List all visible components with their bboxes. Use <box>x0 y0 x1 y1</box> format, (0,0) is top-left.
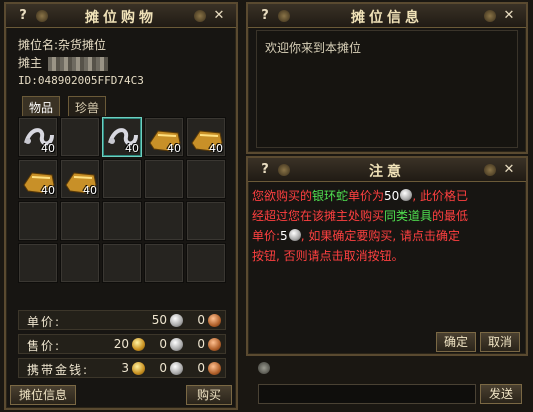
copper-coin-icon <box>208 338 221 351</box>
notice-text: , 如果确定要购买, 请点击确定 <box>300 229 460 243</box>
item-slot[interactable] <box>60 243 100 283</box>
notice-line-2: 经超过您在该摊主处购买同类道具的最低 <box>252 206 520 226</box>
item-slot[interactable]: 40 <box>18 159 58 199</box>
item-slot[interactable]: 40 <box>144 117 184 157</box>
ornament-knot-icon <box>484 10 496 22</box>
item-quantity: 40 <box>41 184 55 197</box>
notice-message: 您欲购买的银环蛇单价为50 , 此价格已 经超过您在该摊主处购买同类道具的最低 单… <box>252 186 520 266</box>
item-grid: 40 40 40 40 40 40 <box>18 117 228 287</box>
item-quantity: 40 <box>125 142 139 155</box>
sell-price-silver: 0 <box>159 337 167 351</box>
close-icon[interactable]: ✕ <box>210 7 228 24</box>
unit-price-row: 单价: 50 0 <box>18 310 226 330</box>
notice-text: , 此价格已 <box>412 189 468 203</box>
notice-text: 单价: <box>252 229 281 243</box>
notice-text: 的最低 <box>432 209 469 223</box>
notice-text: 经超过您在该摊主处购买 <box>252 209 385 223</box>
notice-text: 您欲购买的 <box>252 189 313 203</box>
item-slot[interactable] <box>102 201 142 241</box>
item-slot[interactable] <box>60 201 100 241</box>
notice-line-1: 您欲购买的银环蛇单价为50 , 此价格已 <box>252 186 520 206</box>
item-name-highlight: 银环蛇 <box>312 189 349 203</box>
item-slot[interactable]: 40 <box>18 117 58 157</box>
stall-id: ID:048902005FFD74C3 <box>18 74 144 87</box>
item-slot-selected[interactable]: 40 <box>102 117 142 157</box>
item-quantity: 40 <box>167 142 181 155</box>
unit-price-copper: 0 <box>197 313 205 327</box>
scroll-knob-icon[interactable] <box>258 362 270 374</box>
item-slot[interactable] <box>144 201 184 241</box>
owner-label: 摊主 <box>18 56 43 70</box>
copper-coin-icon <box>208 314 221 327</box>
item-slot[interactable] <box>18 243 58 283</box>
carry-silver: 0 <box>159 361 167 375</box>
cancel-button[interactable]: 取消 <box>480 332 520 352</box>
item-slot[interactable] <box>60 117 100 157</box>
owner-name-blurred <box>48 56 109 71</box>
copper-coin-icon <box>208 362 221 375</box>
silver-coin-icon <box>400 189 413 201</box>
carry-gold: 3 <box>121 361 129 375</box>
silver-coin-icon <box>288 229 301 241</box>
silver-coin-icon <box>170 314 183 327</box>
stall-shopping-titlebar[interactable]: ? 摊位购物 ✕ <box>6 4 236 28</box>
gold-coin-icon <box>132 362 145 375</box>
stall-name: 摊位名:杂货摊位 <box>18 38 107 52</box>
unit-price-value: 50 <box>384 189 400 203</box>
notice-titlebar[interactable]: ? 注意 ✕ <box>248 158 526 182</box>
sell-price-label: 售价: <box>27 339 62 353</box>
carry-money-row: 携带金钱: 3 0 0 <box>18 358 226 378</box>
lowest-price-value: 5 <box>280 229 288 243</box>
item-quantity: 40 <box>83 184 97 197</box>
item-slot[interactable] <box>144 159 184 199</box>
gold-coin-icon <box>132 338 145 351</box>
close-icon[interactable]: ✕ <box>500 7 518 24</box>
unit-price-label: 单价: <box>27 315 62 329</box>
sell-price-copper: 0 <box>197 337 205 351</box>
stall-message-area: 欢迎你来到本摊位 <box>256 30 518 148</box>
silver-coin-icon <box>170 338 183 351</box>
item-slot[interactable]: 40 <box>186 117 226 157</box>
stall-info-button[interactable]: 摊位信息 <box>10 385 76 405</box>
item-quantity: 40 <box>41 142 55 155</box>
sell-price-row: 售价: 20 0 0 <box>18 334 226 354</box>
ornament-knot-icon <box>194 10 206 22</box>
carry-money-label: 携带金钱: <box>27 363 90 377</box>
ornament-knot-icon <box>484 164 496 176</box>
close-icon[interactable]: ✕ <box>500 161 518 178</box>
unit-price-silver: 50 <box>151 313 167 327</box>
sell-price-gold: 20 <box>113 337 129 351</box>
welcome-message: 欢迎你来到本摊位 <box>265 41 362 55</box>
chat-input[interactable] <box>258 384 476 404</box>
notice-text: 单价为 <box>348 189 385 203</box>
item-slot[interactable] <box>18 201 58 241</box>
item-slot[interactable] <box>186 243 226 283</box>
item-slot[interactable]: 40 <box>60 159 100 199</box>
carry-copper: 0 <box>197 361 205 375</box>
stall-owner: 摊主 <box>18 54 109 71</box>
item-slot[interactable] <box>102 243 142 283</box>
silver-coin-icon <box>170 362 183 375</box>
item-slot[interactable] <box>186 201 226 241</box>
notice-text: 按钮, 否则请点击取消按钮。 <box>252 249 404 263</box>
tab-items[interactable]: 物品 <box>22 96 61 116</box>
tab-pets[interactable]: 珍兽 <box>68 96 107 116</box>
notice-line-3: 单价:5 , 如果确定要购买, 请点击确定 <box>252 226 520 246</box>
send-button[interactable]: 发送 <box>480 384 522 404</box>
stall-info-titlebar[interactable]: ? 摊位信息 ✕ <box>248 4 526 28</box>
item-slot[interactable] <box>144 243 184 283</box>
item-slot[interactable] <box>186 159 226 199</box>
item-quantity: 40 <box>209 142 223 155</box>
buy-button[interactable]: 购买 <box>186 385 232 405</box>
item-category-highlight: 同类道具 <box>384 209 433 223</box>
notice-line-4: 按钮, 否则请点击取消按钮。 <box>252 246 520 266</box>
confirm-button[interactable]: 确定 <box>436 332 476 352</box>
item-slot[interactable] <box>102 159 142 199</box>
